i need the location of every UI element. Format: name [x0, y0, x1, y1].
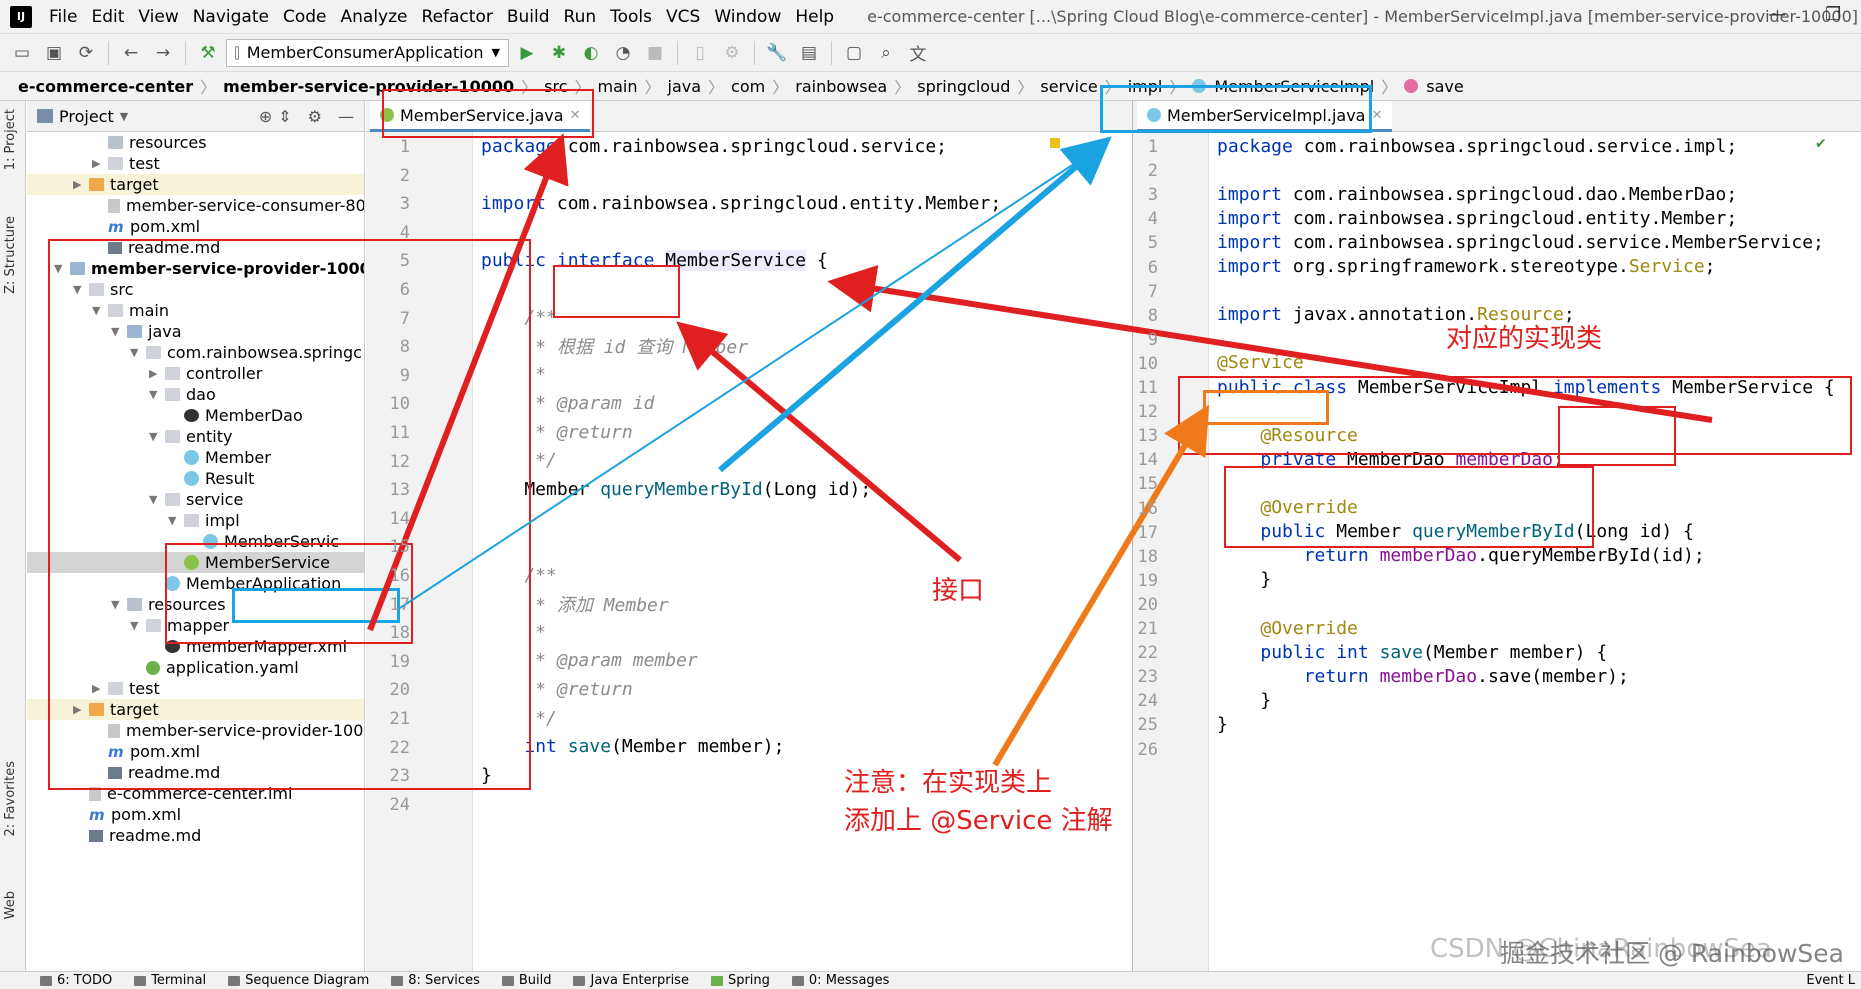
bottom-tab-label: 6: TODO	[57, 973, 113, 988]
bottom-tab-label: Sequence Diagram	[245, 973, 370, 988]
build-icon	[501, 975, 514, 986]
line-number: 16	[389, 566, 410, 586]
line-number: 18	[1137, 546, 1158, 567]
bottom-tab-label: 0: Messages	[808, 973, 890, 988]
bottom-tab-services[interactable]: 8: Services	[391, 973, 480, 988]
line-number: 8	[399, 337, 410, 358]
line-number: 21	[389, 709, 410, 729]
line-number: 22	[389, 737, 410, 758]
messages-icon	[791, 975, 804, 986]
line-number: 2	[1147, 161, 1158, 182]
line-number: 16	[1137, 498, 1158, 519]
line-number: 9	[399, 365, 410, 386]
line-number: 23	[1137, 667, 1158, 688]
line-number: 14	[1137, 450, 1158, 471]
line-number: 15	[389, 537, 410, 558]
line-number: 21	[1137, 619, 1158, 639]
annotation-arrows	[367, 133, 1713, 767]
line-number: 14	[389, 508, 410, 529]
annotation-text-service-1: 注意：在实现类上	[844, 768, 1053, 798]
bottom-tab-label: 8: Services	[408, 973, 480, 988]
bottom-tab-build[interactable]: Build	[501, 973, 552, 988]
line-number: 6	[1147, 257, 1158, 278]
line-number: 15	[1137, 474, 1158, 495]
bottom-tab-java-enterprise[interactable]: Java Enterprise	[573, 973, 689, 988]
line-number: 4	[399, 222, 410, 243]
arrow-note-to-interface	[676, 321, 962, 563]
bottom-tab-label: Spring	[727, 973, 770, 988]
line-number: 24	[1137, 691, 1158, 712]
line-number: 6	[399, 280, 410, 300]
bottom-tab-spring[interactable]: Spring	[710, 973, 770, 988]
line-number: 1	[399, 137, 410, 157]
line-number: 2	[399, 165, 410, 186]
line-number: 20	[389, 680, 410, 701]
bottom-tab-label: Build	[518, 973, 552, 988]
bottom-tab-label: Terminal	[151, 973, 207, 988]
line-number: 12	[1137, 402, 1158, 423]
line-number: 8	[1147, 305, 1158, 326]
line-number: 13	[1137, 426, 1158, 447]
todo-icon	[40, 975, 52, 986]
arrow-note-to-service	[992, 404, 1210, 767]
line-number: 25	[1137, 715, 1158, 736]
line-number: 11	[1137, 378, 1158, 398]
line-number: 17	[389, 594, 410, 615]
line-number: 17	[1137, 522, 1158, 543]
bottom-tab-label: Java Enterprise	[590, 973, 689, 988]
bottom-tab-label: Event L	[1806, 973, 1855, 988]
bottom-tab-messages[interactable]: 0: Messages	[791, 973, 890, 988]
terminal-icon	[134, 975, 147, 986]
line-number: 9	[1147, 329, 1158, 350]
bottom-tool-bar: 6: TODO Terminal Sequence Diagram 8: Ser…	[0, 971, 1861, 989]
spring-icon	[710, 975, 723, 986]
services-icon	[391, 975, 404, 986]
bottom-tab-sequence[interactable]: Sequence Diagram	[228, 973, 369, 988]
line-number: 1	[1147, 137, 1158, 157]
ide-window: { "menubar": { "logo": "IJ", "items": ["…	[0, 0, 1861, 989]
line-number: 5	[399, 251, 410, 272]
line-number: 12	[389, 451, 410, 472]
line-number: 26	[1137, 739, 1158, 760]
arrow-file-to-tab	[718, 136, 1112, 473]
arrow-file-to-tab-thin	[399, 146, 1101, 609]
line-number: 22	[1137, 643, 1158, 664]
line-number: 10	[1137, 353, 1158, 374]
line-number: 7	[399, 308, 410, 329]
line-number: 3	[1147, 185, 1158, 206]
line-number: 13	[389, 480, 410, 501]
bottom-tab-todo[interactable]: 6: TODO	[40, 973, 112, 988]
line-number: 19	[1137, 570, 1158, 591]
sequence-icon	[228, 975, 241, 986]
watermark-juejin: 掘金技术社区 @ RainbowSea	[1500, 939, 1845, 968]
annotation-text-service-2: 添加上 @Service 注解	[844, 806, 1113, 836]
line-number: 10	[389, 394, 410, 415]
line-number: 11	[389, 423, 410, 443]
line-number: 4	[1147, 209, 1158, 230]
line-number: 23	[389, 766, 410, 787]
line-number: 20	[1137, 594, 1158, 615]
line-number: 18	[389, 623, 410, 644]
line-number: 19	[389, 651, 410, 672]
bottom-tab-terminal[interactable]: Terminal	[134, 973, 206, 988]
java-enterprise-icon	[573, 975, 586, 986]
line-number: 5	[1147, 233, 1158, 254]
bottom-tab-event-log[interactable]: Event L	[1806, 973, 1855, 988]
line-number: 3	[399, 194, 410, 215]
annotation-text-impl: 对应的实现类	[1446, 324, 1603, 354]
annotation-text-interface: 接口	[932, 576, 985, 606]
line-number: 24	[389, 794, 410, 815]
line-number: 7	[1147, 281, 1158, 302]
